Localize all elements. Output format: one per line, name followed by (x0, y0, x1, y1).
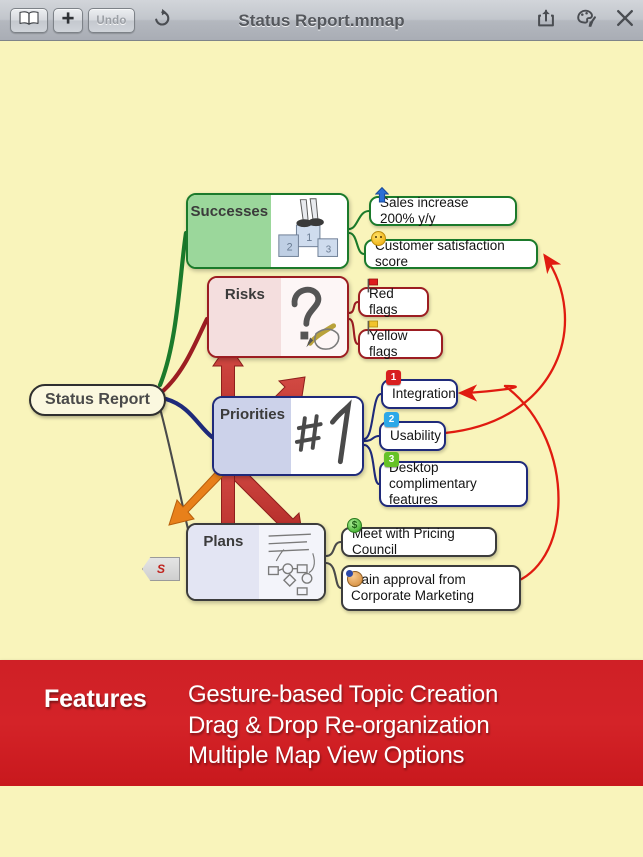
subtopic-label: Customer satisfaction score (375, 238, 505, 269)
subtopic-label: Sales increase 200% y/y (380, 195, 469, 226)
share-icon (536, 8, 556, 33)
subtopic-pricing-council[interactable]: Meet with Pricing Council (341, 526, 497, 557)
app-window: Undo Status Report.mmap Status Report Su… (0, 0, 643, 857)
redo-button[interactable] (147, 7, 177, 34)
podium-winner-sketch: 1 2 3 (270, 195, 347, 267)
share-button[interactable] (531, 7, 561, 34)
topic-priorities-label: Priorities (214, 398, 291, 474)
number-one-sketch (290, 398, 362, 474)
subtopic-sales-increase[interactable]: Sales increase 200% y/y (369, 195, 517, 226)
subtopic-label: Desktop complimentary features (389, 460, 477, 507)
features-banner-title: Features (44, 685, 147, 713)
toolbar: Undo Status Report.mmap (0, 0, 643, 41)
subtopic-customer-satisfaction[interactable]: Customer satisfaction score (364, 238, 538, 269)
topic-successes[interactable]: Successes 1 2 3 (186, 193, 349, 269)
checklist-flowchart-sketch (258, 525, 324, 599)
book-icon (19, 11, 39, 30)
close-button[interactable] (610, 7, 640, 34)
close-icon (615, 8, 635, 33)
topic-priorities[interactable]: Priorities (212, 396, 364, 476)
subtopic-label: Gain approval from Corporate Marketing (351, 572, 475, 603)
topic-successes-label: Successes (188, 195, 271, 267)
mindmap-canvas[interactable]: Status Report Successes 1 2 3 Risks Prio… (0, 41, 643, 660)
subtopic-label: Meet with Pricing Council (352, 526, 455, 557)
svg-text:3: 3 (325, 245, 330, 256)
feature-line: Multiple Map View Options (188, 742, 465, 770)
subtopic-label: Integration (392, 386, 456, 402)
subtopic-yellow-flags[interactable]: Yellow flags (358, 328, 443, 359)
subtopic-label: Usability (390, 428, 442, 444)
subtopic-label: Yellow flags (369, 328, 408, 359)
redo-arrow-icon (152, 8, 172, 33)
bottom-background (0, 786, 643, 857)
feature-line: Drag & Drop Re-organization (188, 711, 490, 739)
subtopic-usability[interactable]: Usability (379, 421, 446, 451)
root-topic[interactable]: Status Report (29, 384, 166, 416)
svg-text:2: 2 (286, 242, 292, 254)
subtopic-desktop-features[interactable]: Desktop complimentary features (379, 460, 528, 507)
plus-icon (61, 11, 75, 30)
subtopic-red-flags[interactable]: Red flags (358, 286, 429, 317)
feature-line: Gesture-based Topic Creation (188, 681, 498, 708)
topic-risks-label: Risks (209, 278, 281, 356)
add-topic-button[interactable] (53, 8, 83, 33)
root-topic-label: Status Report (45, 391, 150, 408)
topic-risks[interactable]: Risks (207, 276, 349, 358)
topic-plans[interactable]: Plans (186, 523, 326, 601)
features-banner: Features Gesture-based Topic Creation Dr… (0, 660, 643, 786)
features-banner-list: Gesture-based Topic Creation Drag & Drop… (188, 680, 628, 772)
undo-button[interactable]: Undo (88, 8, 135, 33)
subtopic-label: Red flags (369, 286, 398, 317)
subtopic-integration[interactable]: Integration (381, 379, 458, 409)
svg-text:1: 1 (306, 232, 312, 244)
subtopic-corporate-marketing[interactable]: Gain approval from Corporate Marketing (341, 565, 521, 611)
library-button[interactable] (10, 8, 48, 33)
topic-plans-label: Plans (188, 525, 259, 599)
style-button[interactable] (571, 7, 601, 34)
question-mark-pencil-sketch (280, 278, 347, 356)
brush-palette-icon (576, 8, 597, 33)
